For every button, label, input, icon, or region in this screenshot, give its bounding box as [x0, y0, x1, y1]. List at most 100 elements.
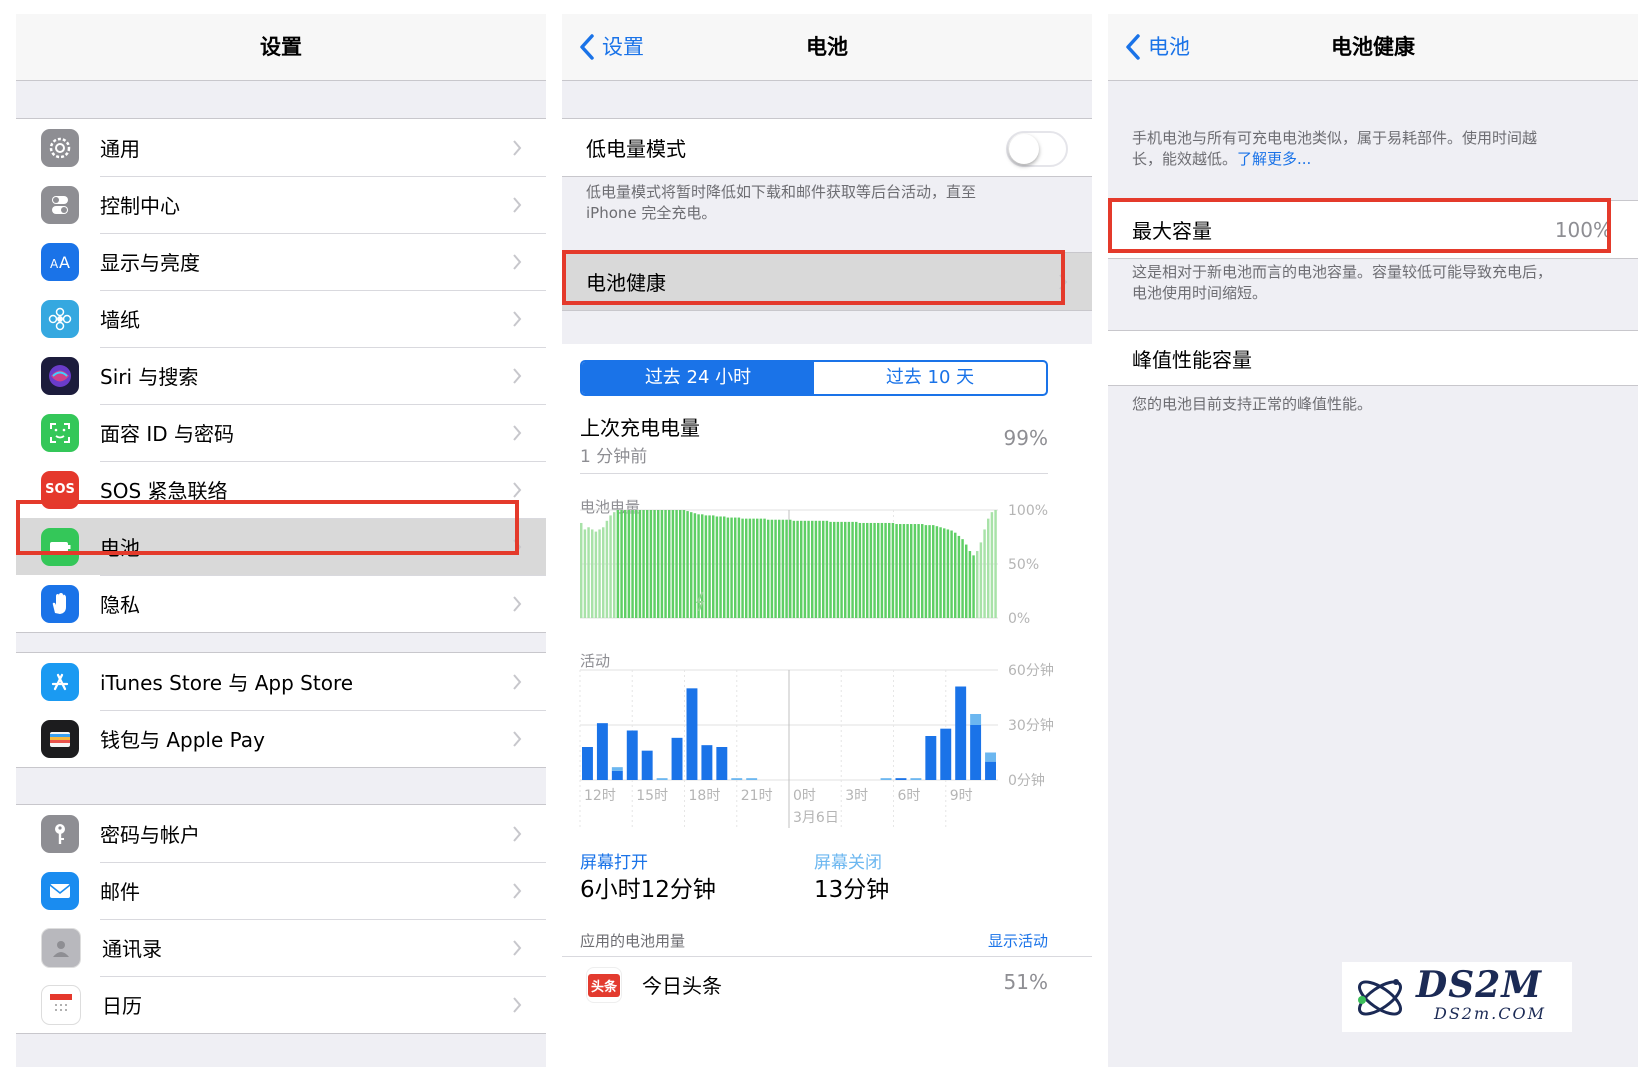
settings-row-label: iTunes Store 与 App Store [100, 671, 354, 695]
settings-row-hand[interactable]: 隐私 [16, 575, 546, 632]
settings-row-label: 墙纸 [100, 308, 140, 332]
calendar-icon [41, 984, 81, 1025]
settings-row-label: 通用 [100, 137, 140, 161]
app-usage-row[interactable]: 头条 今日头条 51% [562, 957, 1092, 1011]
settings-row-toggles[interactable]: 控制中心 [16, 176, 546, 233]
siri-icon [41, 356, 79, 395]
row-divider [100, 404, 546, 405]
battery-level-bar [833, 521, 836, 618]
chevron-right-icon [513, 996, 522, 1013]
settings-row-contacts[interactable]: 通讯录 [16, 919, 546, 976]
battery-level-bar [741, 518, 744, 618]
x-tick-label: 6时 [898, 788, 921, 804]
battery-level-bar [675, 510, 678, 618]
low-power-group: 低电量模式 [562, 118, 1092, 177]
battery-level-bar [935, 526, 939, 618]
settings-row-gear[interactable]: 通用 [16, 119, 546, 176]
capacity-desc-line2: 电池使用时间缩短。 [1132, 284, 1268, 302]
chevron-right-icon [513, 673, 522, 690]
settings-row-key[interactable]: 密码与帐户 [16, 805, 546, 862]
face-id-icon [41, 413, 79, 452]
show-activity-link[interactable]: 显示活动 [988, 930, 1048, 951]
segment-24h[interactable]: 过去 24 小时 [582, 362, 814, 394]
settings-row-flower[interactable]: 墙纸 [16, 290, 546, 347]
battery-level-bar [767, 519, 770, 618]
svg-text:A: A [59, 253, 70, 272]
battery-level-bar [708, 515, 711, 618]
battery-level-bar [745, 518, 748, 618]
battery-level-bar [748, 518, 752, 618]
x-tick-label: 18时 [689, 788, 721, 804]
x-tick-label: 9时 [950, 788, 973, 804]
battery-level-bar [712, 515, 715, 618]
battery-level-bar [987, 518, 990, 618]
chevron-right-icon [513, 253, 522, 270]
battery-level-bar [730, 517, 733, 618]
battery-level-bar [642, 510, 645, 618]
key-icon [41, 814, 79, 853]
battery-level-bar [785, 519, 788, 618]
battery-level-bar [844, 521, 847, 618]
screen-on-bar [985, 761, 996, 780]
settings-row-text-size[interactable]: A A 显示与亮度 [16, 233, 546, 290]
battery-level-bar [605, 520, 609, 618]
settings-row-wallet[interactable]: 钱包与 Apple Pay [16, 710, 546, 767]
highlight-box-battery [16, 500, 519, 555]
battery-level-bar [822, 520, 825, 618]
learn-more-link[interactable]: 了解更多... [1237, 150, 1311, 168]
settings-row-label: 控制中心 [100, 194, 180, 218]
segment-10d[interactable]: 过去 10 天 [814, 362, 1046, 394]
battery-level-bar [847, 521, 851, 618]
settings-row-label: 密码与帐户 [100, 823, 200, 847]
battery-level-chart: 100% 50% 0% [580, 504, 1048, 627]
battery-level-bar [723, 516, 726, 618]
battery-level-bar [961, 539, 964, 618]
battery-level-bar [910, 524, 913, 618]
y-tick-label: 0分钟 [1008, 772, 1045, 789]
battery-level-bar [836, 521, 840, 618]
battery-level-bar [895, 524, 898, 618]
x-tick-label: 21时 [741, 788, 773, 804]
battery-level-bar [660, 510, 664, 618]
battery-level-bar [726, 517, 730, 618]
chevron-right-icon [513, 595, 522, 612]
settings-row-face-id[interactable]: 面容 ID 与密码 [16, 404, 546, 461]
battery-level-bar [855, 521, 858, 618]
usage-section: 过去 24 小时 过去 10 天 上次充电电量 1 分钟前 99% 电池电量 1… [562, 344, 1092, 1067]
settings-row-label: 通讯录 [102, 937, 162, 961]
screen-on-bar [970, 725, 982, 780]
battery-level-bar [719, 516, 722, 618]
screen-off-bar [746, 778, 758, 780]
contacts-icon [41, 927, 81, 968]
battery-level-bar [587, 527, 590, 618]
divider [580, 473, 1048, 474]
settings-row-siri[interactable]: Siri 与搜索 [16, 347, 546, 404]
chevron-right-icon [513, 730, 522, 747]
screen-on-bar [955, 686, 967, 780]
capacity-description: 这是相对于新电池而言的电池容量。容量较低可能导致充电后， 电池使用时间缩短。 [1132, 262, 1618, 304]
battery-level-bar [580, 522, 583, 618]
y-tick-label: 50% [1008, 557, 1039, 573]
settings-row-mail[interactable]: 邮件 [16, 862, 546, 919]
battery-level-bar [756, 518, 759, 618]
battery-level-bar [763, 518, 766, 618]
battery-level-bar [976, 551, 979, 618]
battery-level-bar [906, 524, 909, 618]
battery-level-bar [873, 522, 876, 618]
chevron-right-icon [513, 367, 522, 384]
peak-performance-label: 峰值性能容量 [1132, 347, 1252, 372]
battery-level-bar [653, 510, 656, 618]
settings-row-app-store[interactable]: iTunes Store 与 App Store [16, 653, 546, 710]
low-power-toggle[interactable] [1006, 131, 1068, 167]
y-tick-label: 0% [1008, 611, 1030, 627]
chevron-right-icon [513, 481, 522, 498]
row-divider [100, 862, 546, 863]
settings-row-label: 邮件 [100, 880, 140, 904]
screen-on-bar [895, 778, 907, 780]
settings-row-calendar[interactable]: 日历 [16, 976, 546, 1033]
screen-off-bar [985, 752, 996, 762]
settings-row-label: 面容 ID 与密码 [100, 422, 235, 446]
date-label: 3月6日 [793, 810, 839, 826]
y-tick-label: 30分钟 [1008, 717, 1054, 734]
low-power-desc-line1: 低电量模式将暂时降低如下载和邮件获取等后台活动，直至 [586, 183, 977, 201]
